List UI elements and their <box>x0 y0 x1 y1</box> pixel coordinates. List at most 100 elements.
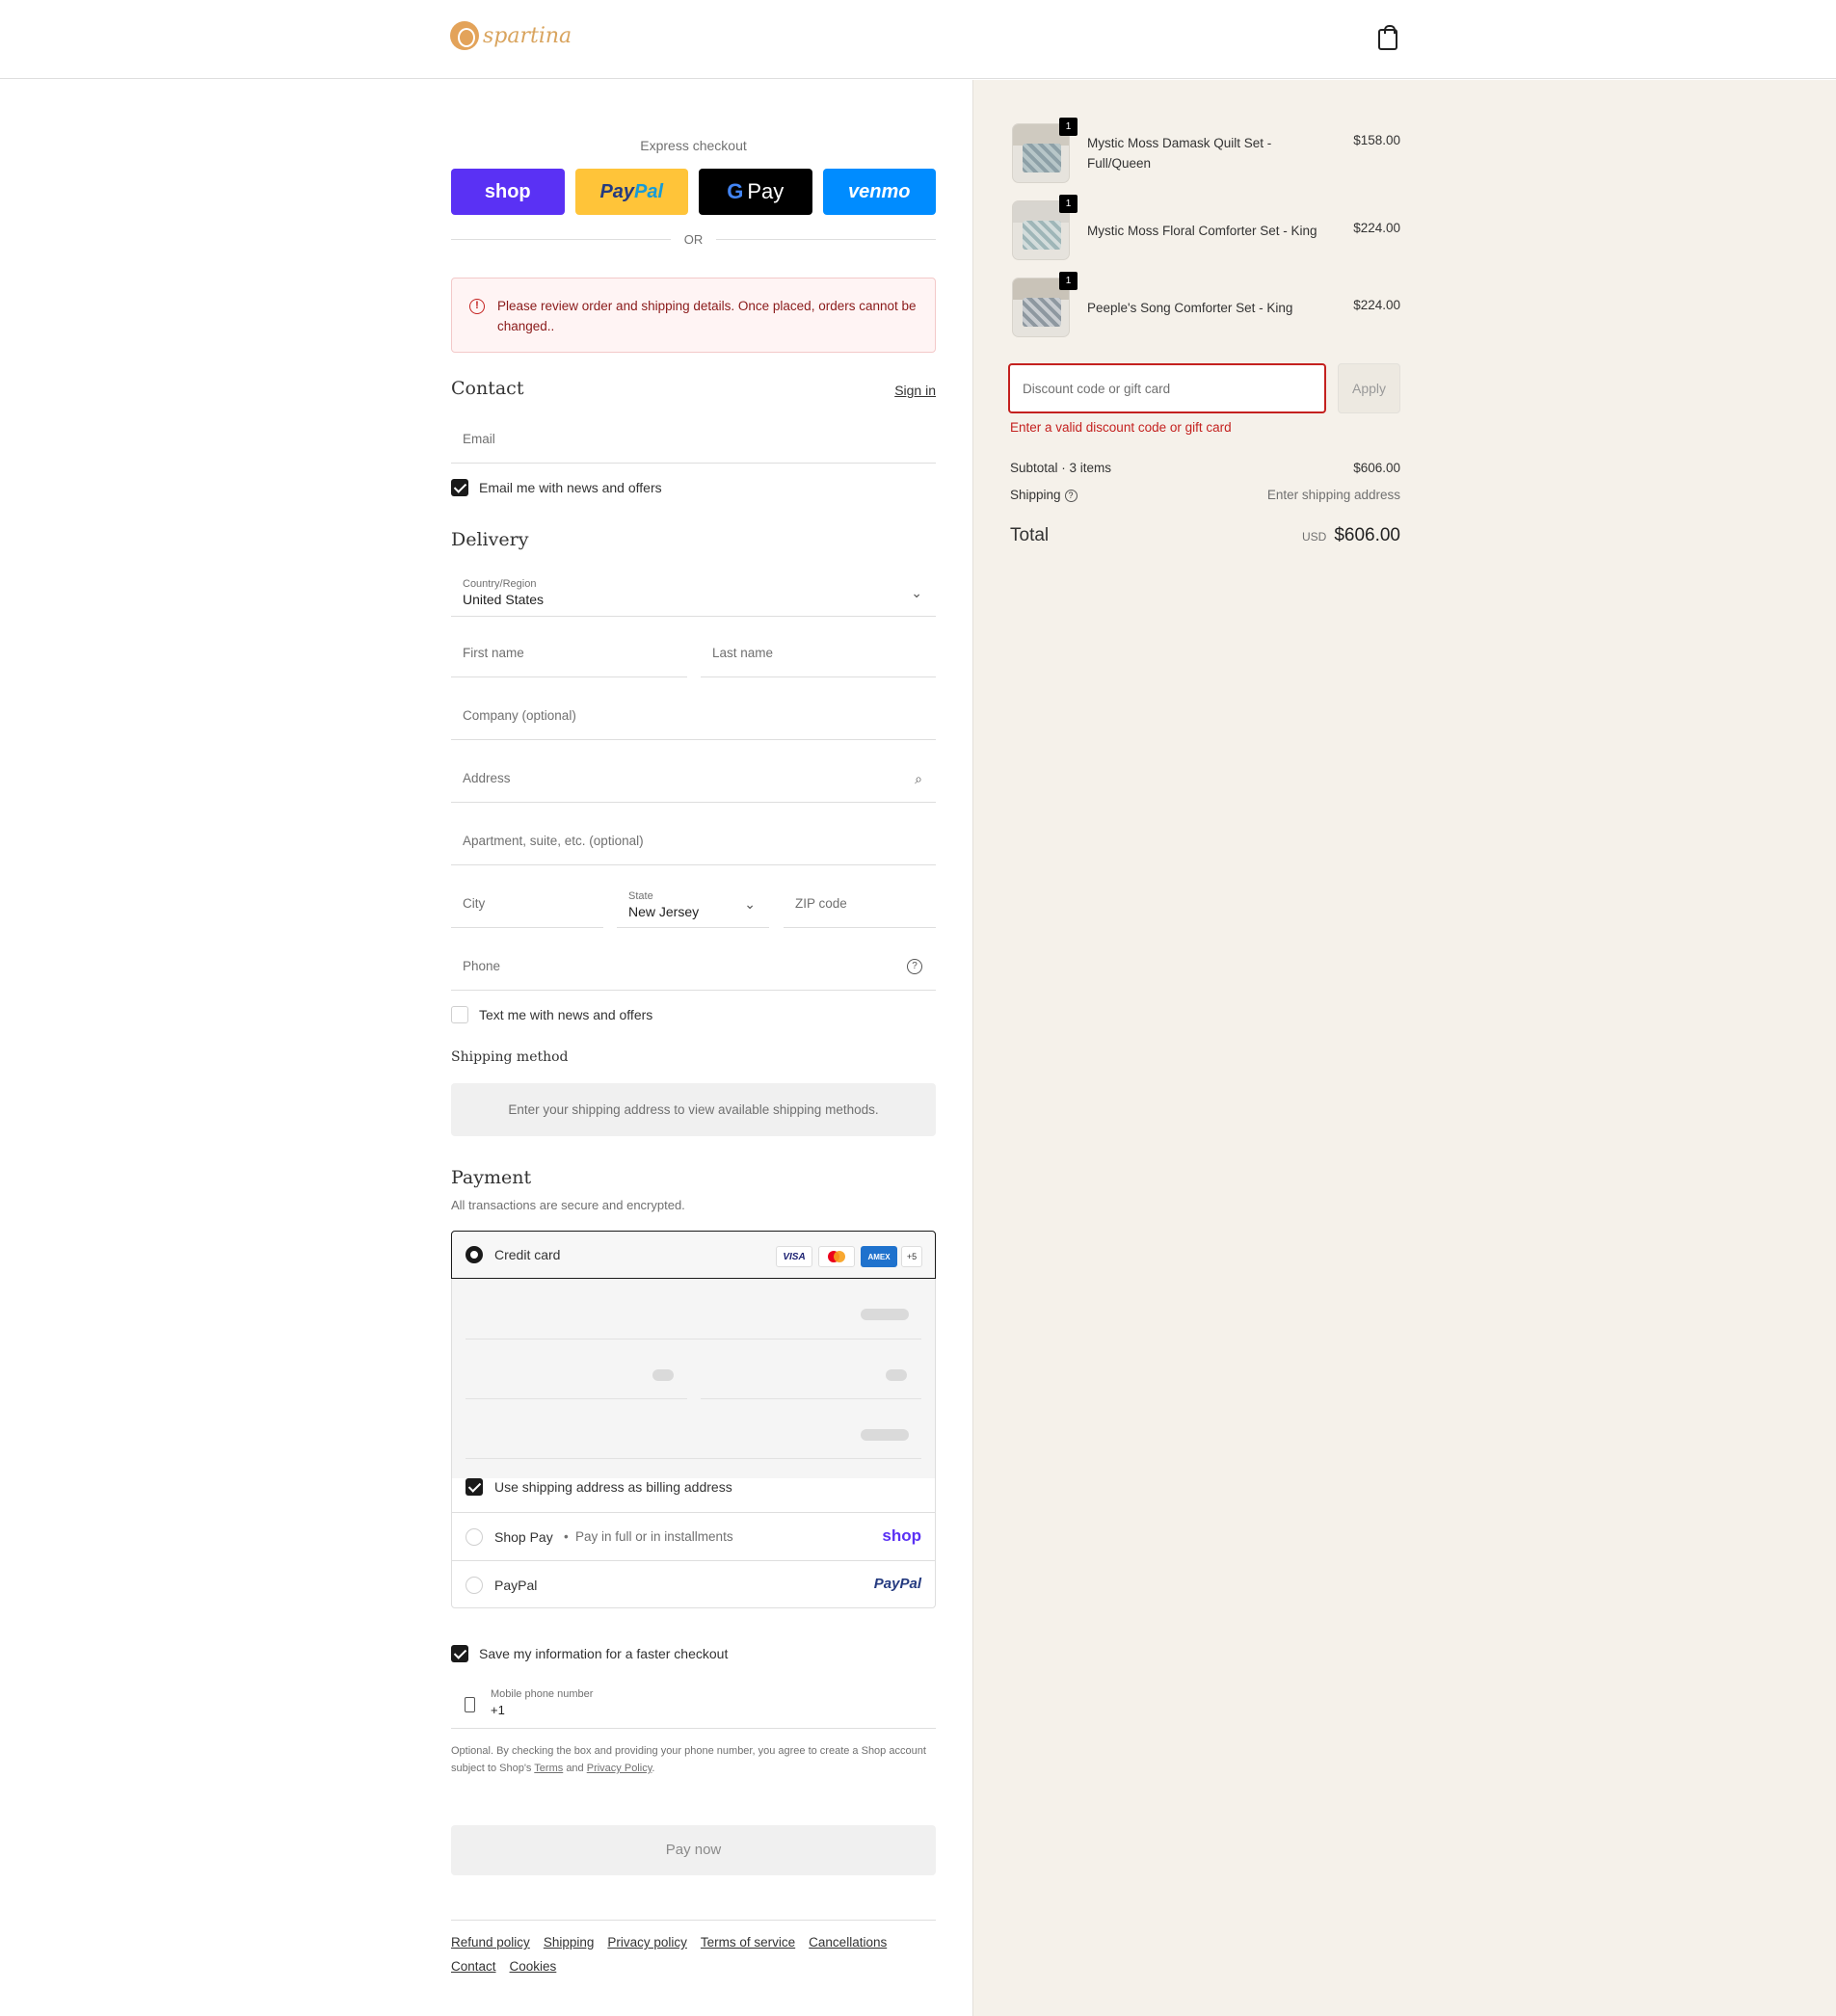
discount-placeholder: Discount code or gift card <box>1023 382 1171 396</box>
terms-link[interactable]: Terms <box>534 1763 563 1774</box>
legal-prefix: Optional. By checking the box and provid… <box>451 1745 926 1774</box>
last-name-field[interactable]: Last name <box>701 630 936 677</box>
shipping-label: Shipping <box>1010 488 1061 502</box>
last-name-placeholder: Last name <box>712 646 774 660</box>
total-value: $606.00 <box>1334 525 1400 545</box>
paypal-logo: PayPal <box>873 1576 921 1592</box>
first-name-placeholder: First name <box>463 646 524 660</box>
delivery-title: Delivery <box>451 529 529 550</box>
contact-title: Contact <box>451 378 524 399</box>
or-divider: OR <box>451 232 936 247</box>
card-fields-loading <box>452 1279 935 1478</box>
subtotal-label: Subtotal · 3 items <box>1010 461 1112 475</box>
skeleton-divider <box>466 1339 921 1340</box>
apartment-placeholder: Apartment, suite, etc. (optional) <box>463 834 644 848</box>
paypal-label: PayPal <box>494 1578 538 1593</box>
credit-card-label: Credit card <box>494 1247 561 1262</box>
country-label: Country/Region <box>463 578 537 590</box>
pay-now-button[interactable]: Pay now <box>451 1825 936 1875</box>
chevron-down-icon: ⌄ <box>744 896 756 912</box>
footer-link-refund-policy[interactable]: Refund policy <box>451 1935 530 1950</box>
quantity-badge: 1 <box>1059 118 1078 136</box>
text-news-label: Text me with news and offers <box>479 1007 653 1022</box>
skeleton-divider <box>466 1458 921 1459</box>
mobile-phone-field[interactable]: Mobile phone number +1 <box>451 1680 936 1729</box>
payment-subtitle: All transactions are secure and encrypte… <box>451 1198 685 1212</box>
or-label: OR <box>683 232 704 247</box>
skeleton-divider <box>466 1398 687 1399</box>
footer-link-cookies[interactable]: Cookies <box>510 1959 557 1974</box>
help-icon[interactable]: ? <box>1064 490 1078 502</box>
billing-same-checkbox[interactable] <box>466 1478 483 1496</box>
divider-line <box>451 239 671 240</box>
store-logo[interactable]: spartina <box>450 21 572 50</box>
address-placeholder: Address <box>463 771 511 785</box>
state-select[interactable]: State New Jersey ⌄ <box>617 881 769 928</box>
first-name-field[interactable]: First name <box>451 630 687 677</box>
logo-text: spartina <box>483 23 572 48</box>
save-info-checkbox[interactable] <box>451 1645 468 1662</box>
cart-item: 1 Peeple's Song Comforter Set - King $22… <box>1010 272 1400 341</box>
shop-pay-option[interactable]: Shop Pay • Pay in full or in installment… <box>452 1512 935 1560</box>
header: spartina <box>0 0 1836 79</box>
paypal-radio[interactable] <box>466 1577 483 1594</box>
footer-divider <box>451 1920 936 1921</box>
quantity-badge: 1 <box>1059 195 1078 213</box>
country-select[interactable]: Country/Region United States ⌄ <box>451 569 936 617</box>
shipping-row: Shipping? Enter shipping address <box>1010 488 1400 502</box>
zip-placeholder: ZIP code <box>795 896 847 911</box>
skeleton-divider <box>701 1398 921 1399</box>
shop-pay-separator: • <box>564 1529 569 1544</box>
privacy-policy-link[interactable]: Privacy Policy <box>587 1763 652 1774</box>
discount-code-input[interactable]: Discount code or gift card <box>1008 363 1326 413</box>
chevron-down-icon: ⌄ <box>911 585 922 600</box>
alert-icon: ! <box>469 299 485 314</box>
cart-item: 1 Mystic Moss Floral Comforter Set - Kin… <box>1010 195 1400 264</box>
apartment-field[interactable]: Apartment, suite, etc. (optional) <box>451 818 936 865</box>
alert-text: Please review order and shipping details… <box>497 299 917 333</box>
paypal-option[interactable]: PayPal PayPal <box>452 1560 935 1608</box>
email-news-checkbox[interactable] <box>451 479 468 496</box>
shop-pay-button[interactable]: shop <box>451 169 565 215</box>
currency-code: USD <box>1301 530 1327 544</box>
footer-link-contact[interactable]: Contact <box>451 1959 496 1974</box>
payment-methods: Credit card VISA AMEX +5 Use shipping ad… <box>451 1231 936 1608</box>
sign-in-link[interactable]: Sign in <box>894 383 936 398</box>
state-value: New Jersey <box>628 904 700 919</box>
apply-discount-button[interactable]: Apply <box>1338 363 1400 413</box>
email-field[interactable]: Email <box>451 416 936 464</box>
state-label: State <box>628 890 653 902</box>
credit-card-option[interactable]: Credit card VISA AMEX +5 <box>451 1231 936 1279</box>
city-field[interactable]: City <box>451 881 603 928</box>
item-name: Mystic Moss Damask Quilt Set - Full/Quee… <box>1087 136 1272 171</box>
company-field[interactable]: Company (optional) <box>451 693 936 740</box>
shopping-bag-icon[interactable] <box>1378 25 1397 50</box>
footer-link-cancellations[interactable]: Cancellations <box>809 1935 887 1950</box>
search-icon: ⌕ <box>915 771 922 786</box>
phone-field[interactable]: Phone ? <box>451 943 936 991</box>
google-pay-button[interactable]: G Pay <box>699 169 812 215</box>
venmo-button[interactable]: venmo <box>822 169 936 215</box>
help-icon[interactable]: ? <box>907 959 922 974</box>
payment-title: Payment <box>451 1167 532 1188</box>
shop-pay-radio[interactable] <box>466 1528 483 1546</box>
footer-link-terms-of-service[interactable]: Terms of service <box>701 1935 795 1950</box>
footer-link-privacy-policy[interactable]: Privacy policy <box>607 1935 687 1950</box>
zip-field[interactable]: ZIP code <box>784 881 936 928</box>
address-field[interactable]: Address ⌕ <box>451 756 936 803</box>
legal-period: . <box>652 1763 655 1774</box>
mobile-phone-icon <box>465 1697 475 1712</box>
footer-link-shipping[interactable]: Shipping <box>544 1935 595 1950</box>
express-checkout-buttons: shop Pay Pal G Pay venmo <box>451 169 936 215</box>
more-brands-badge: +5 <box>901 1246 922 1267</box>
footer-links: Refund policy Shipping Privacy policy Te… <box>451 1935 936 1974</box>
email-placeholder: Email <box>463 432 495 446</box>
text-news-checkbox[interactable] <box>451 1006 468 1023</box>
phone-placeholder: Phone <box>463 959 501 973</box>
country-value: United States <box>463 592 545 607</box>
credit-card-radio[interactable] <box>466 1246 483 1263</box>
company-placeholder: Company (optional) <box>463 708 576 723</box>
visa-icon: VISA <box>776 1246 812 1267</box>
shipping-value: Enter shipping address <box>1266 488 1400 502</box>
paypal-button[interactable]: Pay Pal <box>574 169 688 215</box>
